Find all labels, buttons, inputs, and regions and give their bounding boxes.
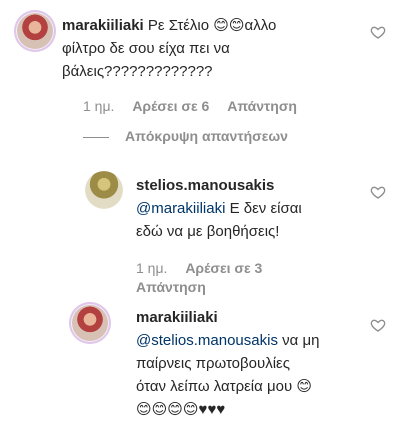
divider [83,136,109,138]
avatar[interactable] [85,171,123,209]
reply-button[interactable]: Απάντηση [136,279,206,295]
comment-text-line: @marakiiliaki Ε δεν είσαι [136,197,302,220]
mention-link[interactable]: @marakiiliaki [136,200,225,217]
comment-text: marakiiliaki [136,306,218,329]
comment-username[interactable]: marakiiliaki [62,17,144,34]
heart-icon[interactable] [370,24,386,40]
comment-username[interactable]: stelios.manousakis [136,177,274,194]
comment-text: marakiiliaki Ρε Στέλιο 😊😊αλλο [62,14,276,37]
comment-text-line: φίλτρο δε σου είχα πει να [62,40,230,57]
comment-text: stelios.manousakis [136,174,274,197]
comment-text-line: όταν λείπω λατρεία μου 😊 [136,378,312,395]
comment-likes[interactable]: Αρέσει σε 3 [185,260,262,276]
comment-username[interactable]: marakiiliaki [136,309,218,326]
comment-body: Ε δεν είσαι [225,200,302,217]
comment-meta: 1 ημ. Αρέσει σε 6 Απάντηση [83,98,311,114]
comment-body: να μη [277,332,320,349]
comment-body: Ρε Στέλιο 😊😊αλλο [147,17,277,34]
comment-text-line: παίρνεις πρωτοβουλίες [136,355,290,372]
avatar[interactable] [69,302,111,344]
comment-time[interactable]: 1 ημ. [136,260,167,276]
reply-button[interactable]: Απάντηση [227,98,297,114]
comment-likes[interactable]: Αρέσει σε 6 [132,98,209,114]
hide-replies-button[interactable]: Απόκρυψη απαντήσεων [83,128,288,144]
hide-replies-label: Απόκρυψη απαντήσεων [125,128,288,144]
comment-text-line: @stelios.manousakis να μη [136,329,319,352]
comment-text-line: εδώ να με βοηθήσεις! [136,223,280,240]
comment-time[interactable]: 1 ημ. [83,98,114,114]
avatar[interactable] [14,10,56,52]
comment-text-line: βάλεις????????????? [62,63,213,80]
comment-meta: Απάντηση [136,279,220,295]
heart-icon[interactable] [370,184,386,200]
heart-icon[interactable] [370,317,386,333]
comment-text-line: 😊😊😊😊♥♥♥ [136,401,226,418]
mention-link[interactable]: @stelios.manousakis [136,332,278,349]
comment-meta: 1 ημ. Αρέσει σε 3 [136,260,276,276]
